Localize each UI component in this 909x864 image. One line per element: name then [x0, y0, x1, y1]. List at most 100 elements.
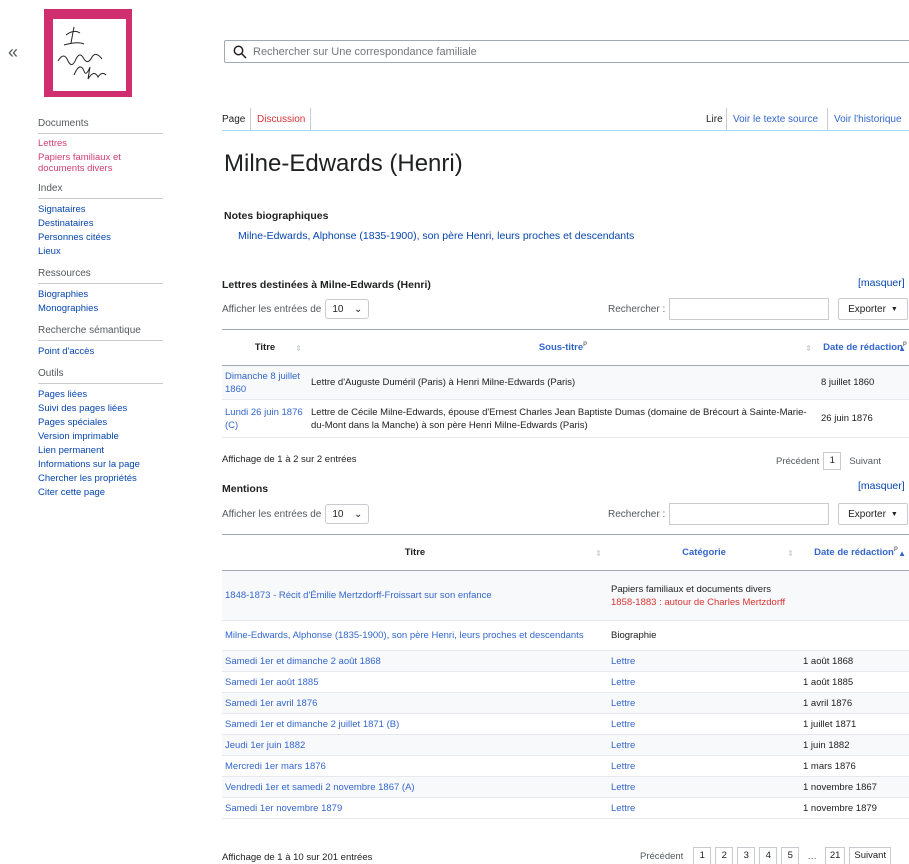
sidebar-item-speciales[interactable]: Pages spéciales	[38, 416, 163, 430]
table-row: Samedi 1er avril 1876 Lettre 1 avril 187…	[222, 692, 909, 714]
pagination-page[interactable]: 1	[693, 847, 712, 864]
sidebar-item-papiers[interactable]: Papiers familiaux et documents divers	[38, 152, 163, 174]
row-title-link[interactable]: Dimanche 8 juillet 1860	[222, 365, 308, 400]
search-placeholder: Rechercher sur Une correspondance famili…	[253, 45, 477, 58]
letters-info: Affichage de 1 à 2 sur 2 entrées	[222, 454, 357, 465]
notes-biography-link[interactable]: Milne-Edwards, Alphonse (1835-1900), son…	[238, 230, 634, 242]
pagination-next[interactable]: Suivant	[849, 847, 892, 864]
sidebar-item-informations[interactable]: Informations sur la page	[38, 458, 163, 472]
sidebar-item-permanent[interactable]: Lien permanent	[38, 444, 163, 458]
row-title-link[interactable]: 1848-1873 - Récit d'Émilie Mertzdorff-Fr…	[222, 570, 608, 621]
row-category[interactable]: Lettre	[608, 650, 800, 672]
letters-table: Titre ⇕ Sous-titreP ⇕ Date de rédactionP ▲ …	[222, 329, 909, 438]
pagination-page[interactable]: 2	[715, 847, 734, 864]
pagination-ellipsis: …	[807, 850, 817, 862]
sidebar-section-outils: Outils Pages liées Suivi des pages liées…	[38, 368, 163, 500]
letters-export-button[interactable]: Exporter ▼	[838, 298, 908, 320]
pagination-page[interactable]: 21	[824, 847, 846, 864]
column-header-titre[interactable]: Titre ⇕	[222, 534, 608, 571]
tab-lire[interactable]: Lire	[706, 114, 723, 125]
sidebar-collapse-button[interactable]: «	[8, 42, 18, 63]
column-header-titre[interactable]: Titre ⇕	[222, 329, 308, 366]
mentions-export-button[interactable]: Exporter ▼	[838, 503, 908, 525]
row-category[interactable]: Lettre	[608, 776, 800, 798]
pagination-page[interactable]: 4	[759, 847, 778, 864]
row-title-link[interactable]: Mercredi 1er mars 1876	[222, 755, 608, 777]
row-category: Papiers familiaux et documents divers 18…	[608, 570, 800, 621]
row-title-link[interactable]: Samedi 1er août 1885	[222, 671, 608, 693]
sidebar-item-destinataires[interactable]: Destinataires	[38, 217, 163, 231]
column-header-date[interactable]: Date de rédactionP ▲	[800, 534, 909, 571]
row-category[interactable]: Lettre	[608, 692, 800, 714]
length-label: Afficher les entrées de	[222, 303, 322, 315]
row-category[interactable]: Lettre	[608, 797, 800, 819]
sidebar-item-signataires[interactable]: Signataires	[38, 203, 163, 217]
sidebar-item-lieux[interactable]: Lieux	[38, 245, 163, 259]
row-title-link[interactable]: Milne-Edwards, Alphonse (1835-1900), son…	[222, 620, 608, 651]
sidebar-item-biographies[interactable]: Biographies	[38, 288, 163, 302]
letters-length-select[interactable]: 10 ⌄	[325, 299, 370, 319]
row-category-secondary-link[interactable]: 1858-1883 : autour de Charles Mertzdorff	[611, 596, 797, 609]
length-value: 10	[332, 508, 344, 520]
sort-icon: ⇕	[295, 344, 302, 353]
row-category[interactable]: Lettre	[608, 755, 800, 777]
tab-voir-source[interactable]: Voir le texte source	[733, 114, 818, 125]
row-category[interactable]: Lettre	[608, 713, 800, 735]
row-title-link[interactable]: Vendredi 1er et samedi 2 novembre 1867 (…	[222, 776, 608, 798]
notes-heading: Notes biographiques	[224, 210, 329, 222]
sidebar-item-lettres[interactable]: Lettres	[38, 138, 163, 149]
column-header-categorie[interactable]: Catégorie ⇕	[608, 534, 800, 571]
mentions-filter-input[interactable]	[669, 503, 830, 525]
mentions-hide-link[interactable]: [masquer]	[858, 480, 905, 492]
sidebar-heading: Index	[38, 183, 163, 199]
sidebar-item-personnes[interactable]: Personnes citées	[38, 231, 163, 245]
chevron-down-icon: ⌄	[353, 508, 363, 520]
sidebar-item-citer[interactable]: Citer cette page	[38, 486, 163, 500]
tab-page[interactable]: Page	[222, 114, 245, 125]
sidebar-item-pages-liees[interactable]: Pages liées	[38, 388, 163, 402]
letters-hide-link[interactable]: [masquer]	[858, 277, 905, 289]
search-input[interactable]: Rechercher sur Une correspondance famili…	[224, 40, 909, 63]
table-row: 1848-1873 - Récit d'Émilie Mertzdorff-Fr…	[222, 570, 909, 621]
export-label: Exporter	[848, 303, 886, 315]
pagination-previous[interactable]: Précédent	[640, 851, 683, 862]
column-header-date[interactable]: Date de rédactionP ▲	[818, 329, 909, 366]
manuscript-logo-icon	[57, 26, 107, 80]
row-category[interactable]: Lettre	[608, 671, 800, 693]
pagination-page[interactable]: 5	[781, 847, 800, 864]
row-title-link[interactable]: Samedi 1er novembre 1879	[222, 797, 608, 819]
caret-down-icon: ▼	[890, 305, 898, 313]
column-header-sous-titre[interactable]: Sous-titreP ⇕	[308, 329, 818, 366]
sort-asc-icon: ▲	[898, 344, 906, 353]
row-title-link[interactable]: Samedi 1er et dimanche 2 août 1868	[222, 650, 608, 672]
tab-discussion[interactable]: Discussion	[257, 114, 305, 125]
pagination-page[interactable]: 1	[823, 452, 842, 470]
pagination-previous[interactable]: Précédent	[776, 456, 819, 467]
table-row: Milne-Edwards, Alphonse (1835-1900), son…	[222, 620, 909, 651]
letters-filter-input[interactable]	[669, 298, 830, 320]
row-title-link[interactable]: Jeudi 1er juin 1882	[222, 734, 608, 756]
row-title-link[interactable]: Lundi 26 juin 1876 (C)	[222, 399, 308, 438]
sidebar-heading: Documents	[38, 118, 163, 134]
row-category: Biographie	[608, 620, 800, 651]
row-date: 1 avril 1876	[800, 692, 909, 714]
table-row: Samedi 1er et dimanche 2 août 1868 Lettr…	[222, 650, 909, 672]
sidebar-item-proprietes[interactable]: Chercher les propriétés	[38, 472, 163, 486]
sidebar-item-suivi[interactable]: Suivi des pages liées	[38, 402, 163, 416]
sidebar-item-imprimable[interactable]: Version imprimable	[38, 430, 163, 444]
sidebar-heading: Recherche sémantique	[38, 325, 163, 341]
row-date: 8 juillet 1860	[818, 365, 909, 400]
site-logo[interactable]	[44, 9, 132, 97]
row-date: 1 juin 1882	[800, 734, 909, 756]
row-title-link[interactable]: Samedi 1er et dimanche 2 juillet 1871 (B…	[222, 713, 608, 735]
tab-historique[interactable]: Voir l'historique	[834, 114, 902, 125]
table-row: Mercredi 1er mars 1876 Lettre 1 mars 187…	[222, 755, 909, 777]
row-category[interactable]: Lettre	[608, 734, 800, 756]
pagination-page[interactable]: 3	[737, 847, 756, 864]
row-title-link[interactable]: Samedi 1er avril 1876	[222, 692, 608, 714]
sidebar-item-monographies[interactable]: Monographies	[38, 302, 163, 316]
mentions-length-select[interactable]: 10 ⌄	[325, 504, 370, 524]
pagination-next[interactable]: Suivant	[845, 456, 885, 467]
sidebar-heading: Outils	[38, 368, 163, 384]
sidebar-item-point-acces[interactable]: Point d'accès	[38, 345, 163, 359]
